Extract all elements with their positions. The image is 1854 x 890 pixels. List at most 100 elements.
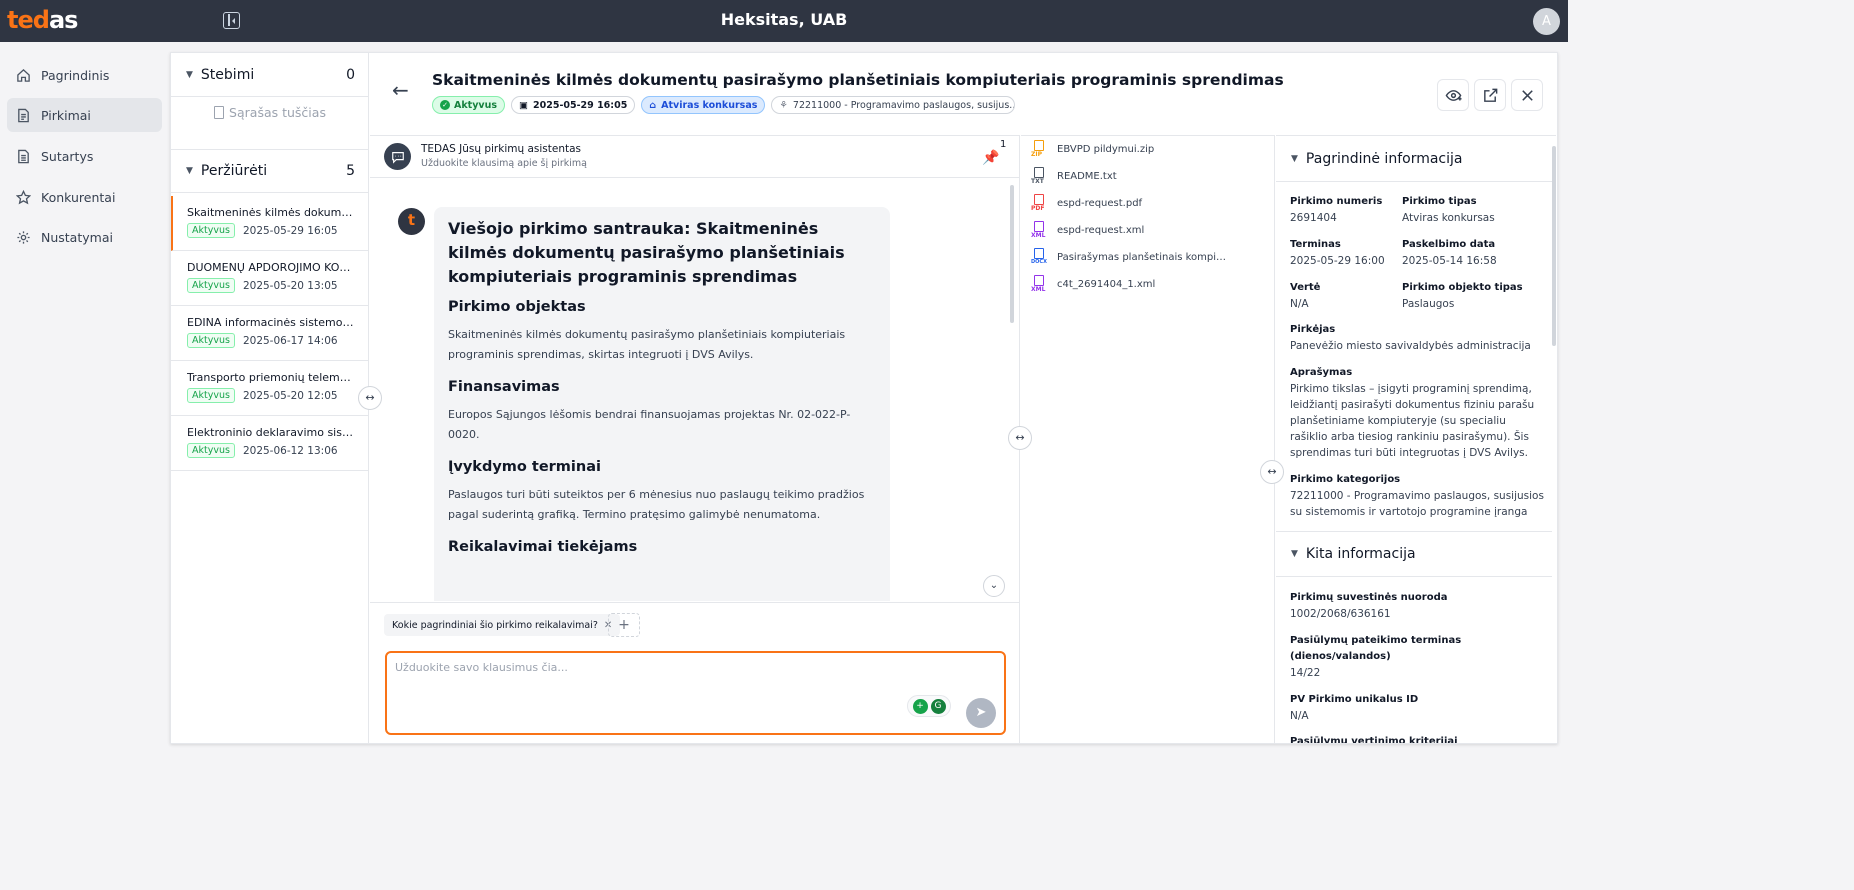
grammarly-icon[interactable]: G [930, 698, 946, 714]
tender-list-column: ▼ Stebimi 0 Sąrašas tuščias ▼ Peržiūrėti… [171, 53, 369, 743]
list-item[interactable]: EDINA informacinės sistemos plėtra Aktyv… [171, 306, 369, 361]
section-text: Paslaugos turi būti suteiktos per 6 mėne… [448, 488, 865, 521]
grammarly-widget[interactable]: + G [907, 695, 951, 717]
calendar-icon: ▣ [519, 99, 528, 111]
contract-icon [15, 148, 31, 164]
list-item[interactable]: DUOMENŲ APDOROJIMO KONSULTACINĖS PASLAUG… [171, 251, 369, 306]
deadline-chip: ▣ 2025-05-29 16:05 [511, 96, 636, 114]
info-field: Pirkimo tipas Atviras konkursas [1402, 196, 1495, 224]
main-info-header[interactable]: ▼ Pagrindinė informacija [1276, 136, 1552, 182]
section-heading: Įvykdymo terminai [448, 459, 601, 475]
section-text: Europos Sąjungos lėšomis bendrai finansu… [448, 408, 851, 441]
gear-icon [15, 229, 31, 245]
send-button[interactable]: ➤ [966, 698, 996, 728]
info-field: Pirkimo objekto tipas Paslaugos [1402, 282, 1523, 310]
status-badge: Aktyvus [187, 388, 235, 403]
list-item[interactable]: Elektroninio deklaravimo sistemos palaik… [171, 416, 369, 471]
external-link-icon [1483, 88, 1497, 102]
info-field: Pirkėjas Panevėžio miesto savivaldybės ad… [1290, 324, 1531, 352]
chat-scrollbar[interactable] [1010, 185, 1014, 323]
company-name: Heksitas, UAB [720, 10, 848, 29]
assistant-header: TEDAS Jūsų pirkimų asistentas Užduokite … [370, 136, 1019, 178]
info-field: Pirkimo numeris 2691404 [1290, 196, 1383, 224]
chat-bubble-icon [384, 143, 411, 170]
nav-item-konkurentai[interactable]: Konkurentai [7, 180, 162, 214]
close-button[interactable] [1511, 79, 1543, 111]
back-arrow-icon[interactable]: ← [392, 78, 409, 102]
file-item[interactable]: ZIP EBVPD pildymui.zip [1031, 139, 1227, 159]
info-scrollbar[interactable] [1552, 146, 1556, 346]
suggestion-row: Kokie pagrindiniai šio pirkimo reikalavi… [370, 602, 1019, 648]
nav-item-nustatymai[interactable]: Nustatymai [7, 220, 162, 254]
main-panel: ▼ Stebimi 0 Sąrašas tuščias ▼ Peržiūrėti… [170, 52, 1558, 744]
watch-button[interactable] [1437, 79, 1469, 111]
file-item[interactable]: PDF espd-request.pdf [1031, 193, 1227, 213]
tender-detail: ← Skaitmeninės kilmės dokumentų pasirašy… [370, 53, 1558, 743]
watched-count: 0 [346, 66, 355, 83]
assistant-subtitle: Užduokite klausimą apie šį pirkimą [421, 158, 587, 169]
category-icon: ⚘ [779, 99, 788, 111]
scroll-down-icon[interactable]: ⌄ [983, 575, 1005, 597]
txt-file-icon: TXT [1031, 167, 1047, 185]
suggestion-chip[interactable]: Kokie pagrindiniai šio pirkimo reikalavi… [384, 614, 621, 636]
pdf-file-icon: PDF [1031, 194, 1047, 212]
collapse-triangle-icon: ▼ [186, 69, 193, 80]
chat-messages[interactable]: t Viešojo pirkimo santrauka: Skaitmeninė… [370, 179, 1019, 601]
chat-input[interactable] [395, 661, 895, 691]
pinned-count: 1 [1000, 139, 1007, 150]
file-item[interactable]: XML c4t_2691404_1.xml [1031, 274, 1227, 294]
status-badge: Aktyvus [187, 223, 235, 238]
list-item[interactable]: Skaitmeninės kilmės dokumentų pasirašymo… [171, 196, 369, 251]
open-external-button[interactable] [1474, 79, 1506, 111]
attachments-list: ZIP EBVPD pildymui.zip TXT README.txt PD… [1021, 135, 1275, 743]
assistant-chat: TEDAS Jūsų pirkimų asistentas Užduokite … [370, 135, 1020, 743]
file-item[interactable]: XML espd-request.xml [1031, 220, 1227, 240]
nav-item-pirkimai[interactable]: Pirkimai [7, 98, 162, 132]
section-heading: Reikalavimai tiekėjams [448, 539, 638, 555]
collapse-triangle-icon: ▼ [1291, 153, 1298, 164]
user-avatar[interactable]: A [1533, 8, 1560, 35]
zip-file-icon: ZIP [1031, 140, 1047, 158]
xml-file-icon: XML [1031, 275, 1047, 293]
list-item[interactable]: Transporto priemonių telematikos paslaug… [171, 361, 369, 416]
home-icon [15, 67, 31, 83]
close-icon [1521, 89, 1533, 101]
file-item[interactable]: TXT README.txt [1031, 166, 1227, 186]
pin-icon[interactable]: 📌 [982, 150, 999, 166]
collapse-triangle-icon: ▼ [1291, 549, 1298, 559]
add-suggestion-button[interactable]: + [608, 613, 640, 637]
nav-item-sutartys[interactable]: Sutartys [7, 139, 162, 173]
info-field: Terminas 2025-05-29 16:00 [1290, 239, 1385, 267]
info-field: Pasiūlymų vertinimo kriterijai [1290, 736, 1458, 743]
section-heading: Pirkimo objektas [448, 299, 586, 315]
assistant-avatar: t [398, 208, 425, 235]
assistant-title: TEDAS Jūsų pirkimų asistentas [421, 143, 582, 155]
xml-file-icon: XML [1031, 221, 1047, 239]
status-chip: ✓ Aktyvus [432, 96, 506, 114]
info-field: Aprašymas Pirkimo tikslas – įsigyti progr… [1290, 367, 1535, 459]
viewed-count: 5 [346, 163, 355, 179]
procedure-chip: ⌂ Atviras konkursas [641, 96, 766, 114]
info-field: Paskelbimo data 2025-05-14 16:58 [1402, 239, 1497, 267]
document-icon [15, 107, 31, 123]
info-field: Pirkimo kategorijos 72211000 - Programavi… [1290, 474, 1544, 518]
summary-title: Viešojo pirkimo santrauka: Skaitmeninės … [448, 219, 845, 286]
tender-chips: ✓ Aktyvus ▣ 2025-05-29 16:05 ⌂ Atviras konk… [432, 96, 1016, 114]
grammarly-add-icon[interactable]: + [912, 698, 928, 714]
eye-plus-icon [1445, 89, 1462, 101]
nav-item-pagrindinis[interactable]: Pagrindinis [7, 58, 162, 92]
file-item[interactable]: DOCX Pasirašymas planšetinais kompiuteri… [1031, 247, 1227, 267]
chat-input-box: + G ➤ [385, 651, 1006, 735]
check-icon: ✓ [440, 100, 450, 110]
status-badge: Aktyvus [187, 443, 235, 458]
viewed-section-header[interactable]: ▼ Peržiūrėti 5 [171, 149, 369, 193]
tag-icon: ⌂ [649, 99, 657, 111]
other-info-header[interactable]: ▼ Kita informacija [1276, 531, 1552, 577]
watched-section-header[interactable]: ▼ Stebimi 0 [171, 53, 369, 97]
info-field: PV Pirkimo unikalus ID N/A [1290, 694, 1419, 722]
section-text: Skaitmeninės kilmės dokumentų pasirašymo… [448, 328, 846, 361]
tender-title: Skaitmeninės kilmės dokumentų pasirašymo… [432, 71, 1284, 89]
collapse-triangle-icon: ▼ [186, 166, 193, 176]
info-field: Pirkimų suvestinės nuoroda 1002/2068/6361… [1290, 592, 1448, 620]
section-heading: Finansavimas [448, 379, 560, 395]
